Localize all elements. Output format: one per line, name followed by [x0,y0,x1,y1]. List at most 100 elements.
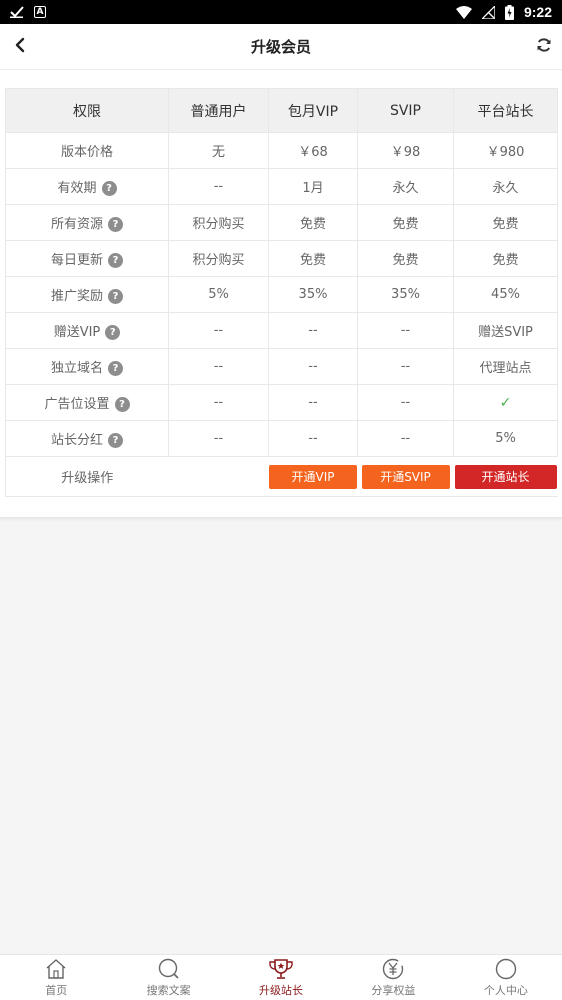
page-title: 升级会员 [250,38,311,56]
chevron-left-icon [14,37,26,57]
table-cell: -- [168,168,269,205]
table-cell: 5% [453,420,558,457]
refresh-button[interactable] [532,35,556,59]
battery-charging-icon [504,4,514,20]
content-area: 权限 普通用户 包月VIP SVIP 平台站长 版本价格 无 ￥68 ￥98 ￥… [0,70,562,518]
action-cell: 开通VIP [268,456,358,497]
user-circle-icon [493,957,519,981]
row-label: 版本价格 [60,145,113,160]
row-label: 广告位设置 [44,397,110,412]
table-cell: 免费 [268,240,358,277]
row-label-cell: 广告位设置? [5,384,169,421]
table-cell: -- [168,384,269,421]
help-icon[interactable]: ? [114,397,130,412]
table-cell: 35% [268,276,358,313]
action-row: 升级操作 开通VIP 开通SVIP 开通站长 [5,456,558,497]
table-row: 独立域名? -- -- -- 代理站点 [5,348,558,385]
help-icon[interactable]: ? [105,325,121,340]
table-row: 每日更新? 积分购买 免费 免费 免费 [5,240,558,277]
back-button[interactable] [8,35,32,59]
row-label-cell: 每日更新? [5,240,169,277]
nav-item-upgrade[interactable]: 升级站长 [225,955,337,1000]
table-cell: -- [268,312,358,349]
table-row: 版本价格 无 ￥68 ￥98 ￥980 [5,132,558,169]
table-cell: -- [268,420,358,457]
checkmark-icon: ✓ [499,394,512,411]
nav-label: 首页 [45,984,68,997]
row-label-cell: 独立域名? [5,348,169,385]
table-cell: 积分购买 [168,204,269,241]
table-cell: 无 [168,132,269,169]
row-label-cell: 推广奖励? [5,276,169,313]
table-cell: 永久 [357,168,454,205]
membership-comparison-table: 权限 普通用户 包月VIP SVIP 平台站长 版本价格 无 ￥68 ￥98 ￥… [5,88,558,497]
empty-cell [168,456,269,497]
row-label: 站长分红 [50,433,103,448]
table-cell: 45% [453,276,558,313]
price-cell: ￥98 [357,132,454,169]
nav-label: 个人中心 [483,984,528,997]
row-label-cell: 所有资源? [5,204,169,241]
table-cell: 免费 [453,240,558,277]
table-cell: 5% [168,276,269,313]
table-header-row: 权限 普通用户 包月VIP SVIP 平台站长 [5,88,558,133]
nav-label: 升级站长 [259,984,304,997]
trophy-icon [268,957,294,981]
table-row: 推广奖励? 5% 35% 35% 45% [5,276,558,313]
action-cell: 开通站长 [453,456,558,497]
table-row: 所有资源? 积分购买 免费 免费 免费 [5,204,558,241]
table-cell: -- [357,348,454,385]
open-vip-button[interactable]: 开通VIP [269,464,357,489]
table-cell: -- [357,312,454,349]
refresh-icon [536,37,552,57]
help-icon[interactable]: ? [108,253,123,268]
price-cell: ￥68 [268,132,358,169]
row-label: 推广奖励 [50,289,103,304]
nav-item-search[interactable]: 搜索文案 [112,955,224,1000]
header: 升级会员 [0,24,562,70]
row-label: 独立域名 [50,361,103,376]
row-label-cell: 赠送VIP? [5,312,169,349]
bottom-nav: 首页 搜索文案 升级站长 分享权益 个人中心 [0,954,562,1000]
help-icon[interactable]: ? [108,361,123,376]
action-cell: 开通SVIP [357,456,454,497]
nav-item-share[interactable]: 分享权益 [337,955,449,1000]
row-label-cell: 升级操作 [5,456,169,497]
table-cell: -- [357,420,454,457]
open-svip-button[interactable]: 开通SVIP [361,464,450,489]
open-station-owner-button[interactable]: 开通站长 [454,464,557,489]
table-cell: 35% [357,276,454,313]
help-icon[interactable]: ? [108,433,123,448]
table-cell: -- [168,420,269,457]
table-cell: 永久 [453,168,558,205]
help-icon[interactable]: ? [108,217,123,232]
help-icon[interactable]: ? [108,289,123,304]
no-signal-icon [481,5,495,19]
column-header-monthly-vip: 包月VIP [268,88,358,133]
column-header-station-owner: 平台站长 [453,88,558,133]
table-row: 有效期? -- 1月 永久 永久 [5,168,558,205]
row-label: 赠送VIP [53,325,101,340]
column-header-permission: 权限 [5,88,169,133]
home-icon [43,957,69,981]
nav-label: 搜索文案 [146,984,191,997]
table-cell: -- [357,384,454,421]
table-row: 站长分红? -- -- -- 5% [5,420,558,457]
status-bar: A 9:22 [0,0,562,24]
status-right: 9:22 [455,4,552,20]
a-notification-icon: A [34,6,46,18]
table-cell: 1月 [268,168,358,205]
status-time: 9:22 [523,4,552,20]
help-icon[interactable]: ? [101,181,117,196]
price-cell: ￥980 [453,132,558,169]
search-icon [156,957,182,981]
row-label: 所有资源 [50,217,103,232]
table-cell: -- [268,384,358,421]
nav-item-home[interactable]: 首页 [0,955,112,1000]
table-cell: 代理站点 [453,348,558,385]
table-cell: ✓ [453,384,558,421]
column-header-svip: SVIP [357,88,454,133]
table-cell: 免费 [453,204,558,241]
row-label-cell: 站长分红? [5,420,169,457]
nav-item-profile[interactable]: 个人中心 [450,955,562,1000]
